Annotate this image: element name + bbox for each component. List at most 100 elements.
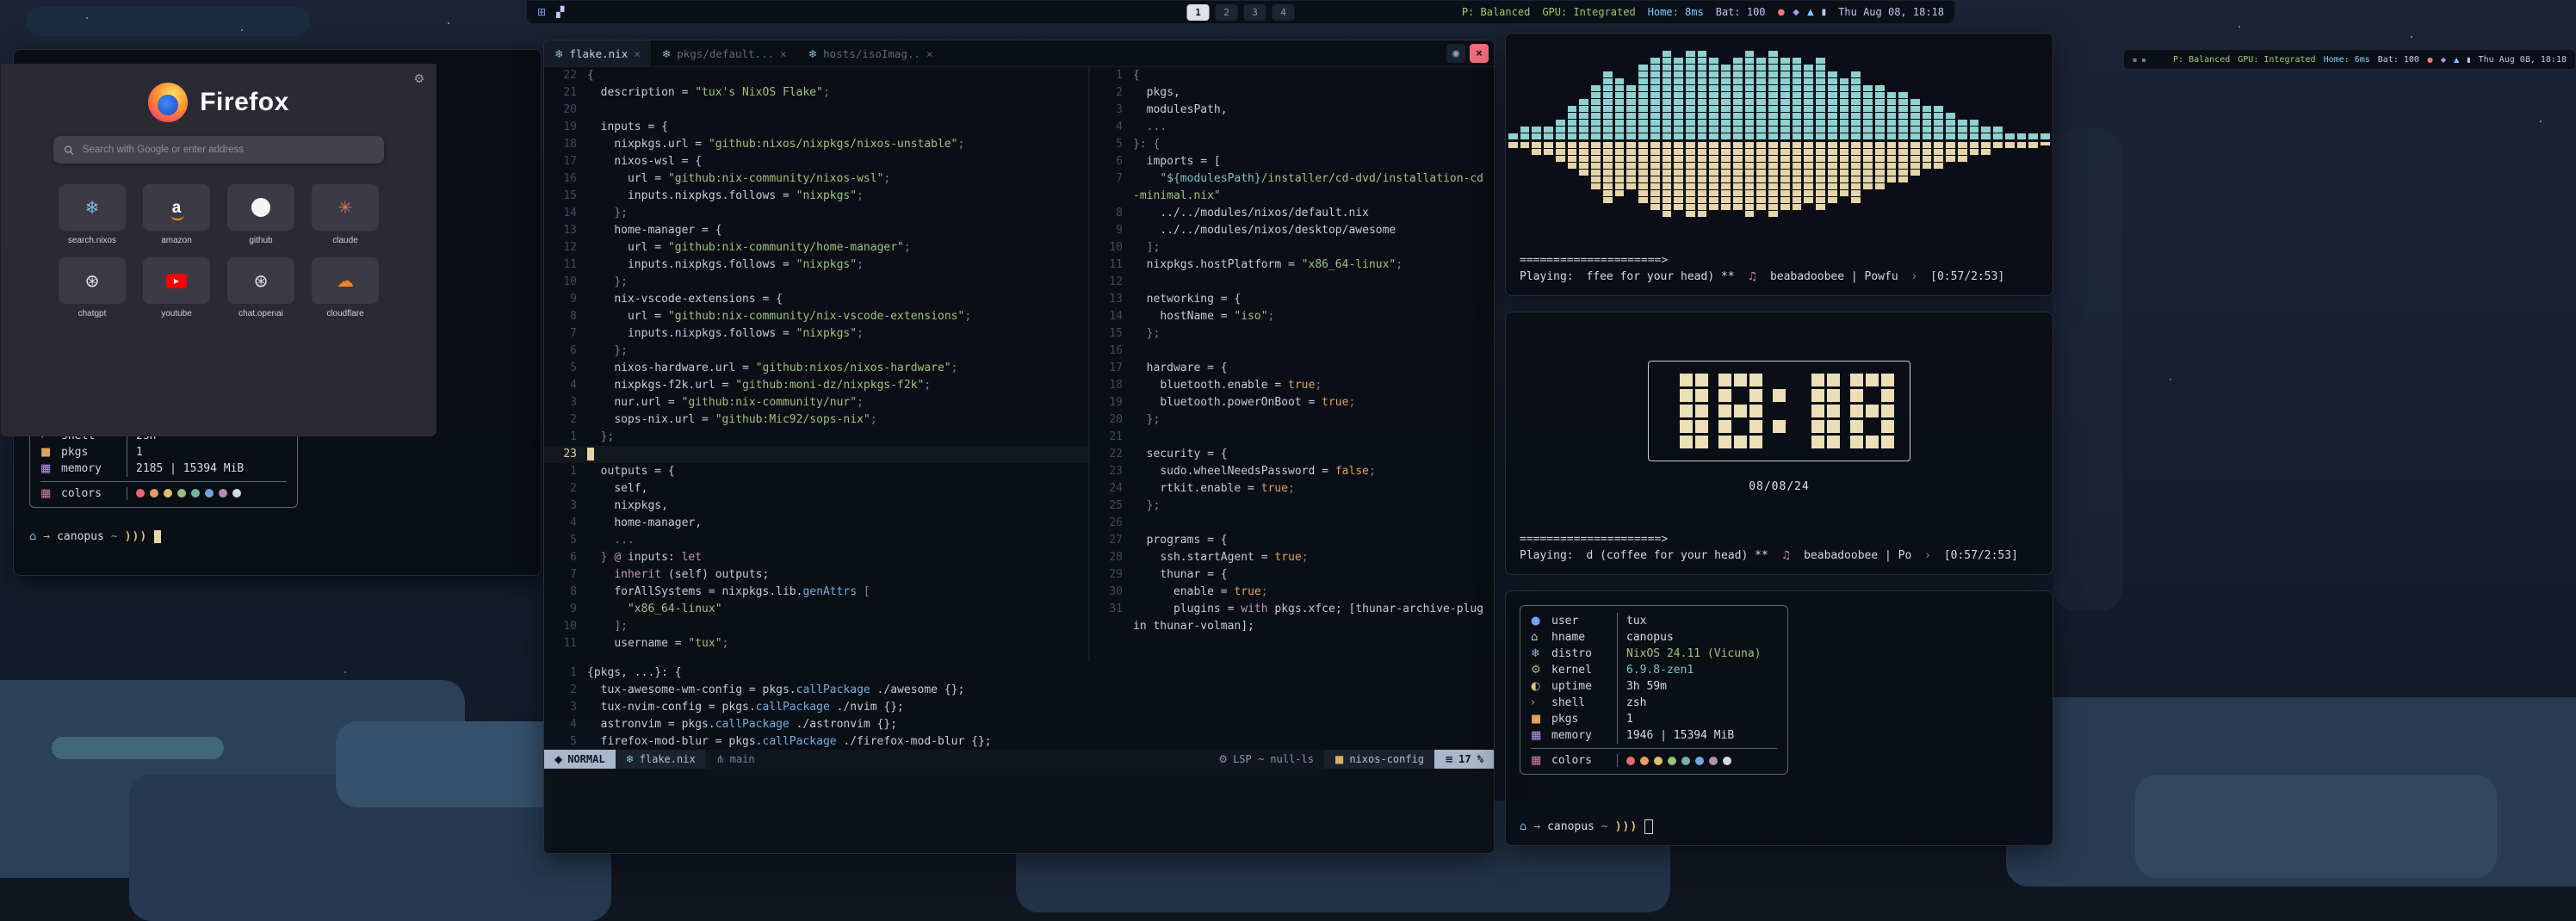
dial-tile-box[interactable]: a <box>143 184 210 231</box>
shell-icon: › <box>1531 696 1551 709</box>
line-number: 11 <box>544 257 587 274</box>
filename-segment: ❄ flake.nix <box>616 750 706 769</box>
line-number: 18 <box>544 136 587 153</box>
layout-icon[interactable]: ▞ <box>556 6 564 18</box>
visualizer-bar <box>1508 44 1518 238</box>
workspace-indicator[interactable]: ▪ <box>2133 56 2137 64</box>
code-text: self, <box>587 480 1088 498</box>
bluetooth-icon[interactable]: ◆ <box>2441 56 2446 64</box>
line-number: 21 <box>544 84 587 102</box>
line-number: 13 <box>544 222 587 239</box>
workspace-indicators: ▪▪ <box>2133 56 2146 64</box>
launcher-icon[interactable]: ⊞ <box>537 6 546 18</box>
palette-dot <box>191 489 200 498</box>
palette-dot <box>219 489 227 498</box>
dial-tile-box[interactable]: ▶ <box>143 257 210 304</box>
column-divider <box>1617 711 1618 727</box>
command-line[interactable] <box>544 769 1494 854</box>
battery-module: Bat: 100 <box>1716 6 1766 18</box>
code-text: bluetooth.enable = true; <box>1133 377 1494 394</box>
nix-file-icon: ❄ <box>662 47 671 60</box>
workspace-button[interactable]: 2 <box>1216 4 1238 21</box>
line-number: 3 <box>544 498 587 515</box>
line-number: 20 <box>1090 411 1133 429</box>
info-label: distro <box>1551 647 1608 660</box>
dial-tile[interactable]: ▶youtube <box>143 257 210 318</box>
editor-pane-isoimage[interactable]: 1{2 pkgs,3 modulesPath,4 ...5}: {6 impor… <box>1090 67 1494 661</box>
battery-icon[interactable]: ▮ <box>1822 8 1827 17</box>
code-line: 9 ../../modules/nixos/desktop/awesome <box>1090 222 1494 239</box>
bluetooth-icon[interactable]: ◆ <box>1793 8 1799 17</box>
volume-icon[interactable]: ● <box>1778 8 1786 17</box>
audio-visualizer <box>1506 44 2053 238</box>
visualizer-bar <box>1851 44 1861 238</box>
neovim-window[interactable]: ❄flake.nix×❄pkgs/default...×❄hosts/isoIm… <box>543 40 1495 854</box>
dial-tile[interactable]: ⊛chatgpt <box>59 257 126 318</box>
workspace-button[interactable]: 4 <box>1273 4 1295 21</box>
code-line: 7 inherit (self) outputs; <box>544 566 1088 584</box>
dial-tile-box[interactable]: ✳ <box>312 184 379 231</box>
code-text: }; <box>587 205 1088 222</box>
code-text: outputs = { <box>587 463 1088 480</box>
dial-tile-box[interactable]: ☁ <box>312 257 379 304</box>
newtab-search-bar[interactable] <box>53 136 385 164</box>
gear-icon[interactable]: ⚙ <box>413 72 424 86</box>
editor-tab[interactable]: ❄pkgs/default...× <box>652 40 798 66</box>
battery-icon[interactable]: ▮ <box>2467 56 2470 64</box>
workspace-button[interactable]: 3 <box>1244 4 1266 21</box>
dial-tile[interactable]: github <box>227 184 294 245</box>
dial-tile[interactable]: ☁cloudflare <box>312 257 379 318</box>
dial-tile-box[interactable]: ⊛ <box>227 257 294 304</box>
newtab-search-input[interactable] <box>81 144 374 156</box>
editor-pane-pkgs[interactable]: 1{pkgs, ...}: {2 tux-awesome-wm-config =… <box>544 664 1494 750</box>
buffer-close-button[interactable]: × <box>1470 44 1489 63</box>
volume-icon[interactable]: ● <box>2427 56 2433 64</box>
visualizer-bar <box>2005 44 2015 238</box>
info-label: memory <box>61 462 118 475</box>
editor-tab[interactable]: ❄hosts/isoImag..× <box>798 40 944 66</box>
code-text: security = { <box>1133 446 1494 463</box>
info-value: zsh <box>1626 696 1646 709</box>
dial-tile-box[interactable]: ⊛ <box>59 257 126 304</box>
tab-close-icon[interactable]: × <box>780 47 787 60</box>
code-text: nix-vscode-extensions = { <box>587 291 1088 308</box>
prompt-path: ~ <box>111 530 118 543</box>
dial-tile[interactable]: ⊛chat.openai <box>227 257 294 318</box>
code-line: 2 sops-nix.url = "github:Mic92/sops-nix"… <box>544 411 1088 429</box>
info-row: ❄distroNixOS 24.11 (Vicuna) <box>1531 646 1777 662</box>
buffer-pick-button[interactable]: ◉ <box>1446 44 1465 63</box>
filename-label: flake.nix <box>640 753 696 765</box>
pkgs-icon: ■ <box>1531 713 1551 726</box>
dial-tile[interactable]: ✳ claude <box>312 184 379 245</box>
network-icon[interactable]: ▲ <box>1807 8 1814 17</box>
shortcut-grid: ❄search.nixos aamazon github ✳ claude ⊛chatgp… <box>59 184 379 318</box>
editor-pane-flake[interactable]: 22{21 description = "tux's NixOS Flake";… <box>544 67 1088 661</box>
code-text: }; <box>1133 411 1494 429</box>
tab-close-icon[interactable]: × <box>926 47 933 60</box>
network-icon[interactable]: ▲ <box>2454 56 2459 64</box>
dial-tile-box[interactable]: ❄ <box>59 184 126 231</box>
code-text: networking = { <box>1133 291 1494 308</box>
visualizer-bar <box>1923 44 1932 238</box>
code-line: 30 enable = true; <box>1090 584 1494 601</box>
dial-tile[interactable]: aamazon <box>143 184 210 245</box>
dial-tile[interactable]: ❄search.nixos <box>59 184 126 245</box>
widget-spacer <box>1506 493 2053 531</box>
code-line: 4 nixpkgs-f2k.url = "github:moni-dz/nixp… <box>544 377 1088 394</box>
dial-tile-box[interactable] <box>227 184 294 231</box>
line-number: 16 <box>544 170 587 188</box>
tab-close-icon[interactable]: × <box>634 47 641 60</box>
code-text: ... <box>587 532 1088 549</box>
info-value: tux <box>1626 615 1646 627</box>
openai-logo-icon: ⊛ <box>85 272 100 289</box>
firefox-window[interactable]: ▢ New Tab + – □ × ← → ↻ ■◆◐ ≡ ⚙ Firef <box>0 0 437 437</box>
dial-label: claude <box>332 236 357 245</box>
workspace-button[interactable]: 1 <box>1187 4 1210 21</box>
workspace-indicator[interactable]: ▪ <box>2141 56 2146 64</box>
column-divider <box>1617 662 1618 678</box>
info-row: ⌂hnamecanopus <box>1531 629 1777 646</box>
column-divider <box>1617 727 1618 744</box>
now-playing-line: Playing: d (coffee for your head) ** ♫ b… <box>1506 547 2053 564</box>
code-text: ]; <box>587 618 1088 635</box>
editor-tab[interactable]: ❄flake.nix× <box>544 40 652 66</box>
